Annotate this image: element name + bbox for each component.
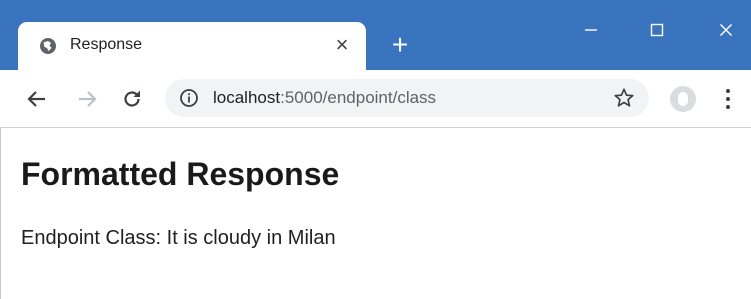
globe-icon [40, 38, 56, 54]
arrow-right-icon [79, 91, 97, 107]
title-bar: Response × + [0, 0, 751, 70]
close-icon [720, 24, 732, 36]
menu-dot [726, 97, 730, 101]
tab-title: Response [70, 36, 143, 53]
menu-dot [726, 105, 730, 109]
back-button[interactable] [22, 84, 52, 114]
tab-close-button[interactable]: × [330, 32, 354, 58]
maximize-icon [650, 23, 664, 37]
profile-icon[interactable] [670, 86, 696, 112]
tab-response[interactable]: Response × [18, 22, 366, 70]
minimize-button[interactable] [566, 10, 616, 50]
minimize-icon [585, 29, 597, 31]
address-bar[interactable]: localhost:5000/endpoint/class [165, 79, 649, 117]
star-icon[interactable] [613, 87, 635, 109]
reload-button[interactable] [117, 84, 147, 114]
menu-dot [726, 89, 730, 93]
browser-toolbar: localhost:5000/endpoint/class [0, 70, 751, 128]
arrow-left-icon [27, 91, 45, 107]
window-close-button[interactable] [701, 10, 751, 50]
info-icon[interactable] [179, 88, 199, 108]
kebab-menu-icon[interactable] [718, 84, 738, 114]
page-content: Formatted Response Endpoint Class: It is… [0, 128, 751, 299]
url-path: :5000/endpoint/class [280, 88, 437, 107]
page-heading: Formatted Response [21, 156, 340, 192]
url-host: localhost [213, 88, 281, 107]
maximize-button[interactable] [632, 10, 682, 50]
browser-window: Response × + localhost:5000/endpoint/cla… [0, 0, 751, 299]
reload-icon [124, 90, 140, 107]
page-body-text: Endpoint Class: It is cloudy in Milan [21, 227, 336, 249]
new-tab-button[interactable]: + [386, 31, 414, 59]
url-text[interactable]: localhost:5000/endpoint/class [213, 88, 436, 108]
forward-button[interactable] [72, 84, 102, 114]
